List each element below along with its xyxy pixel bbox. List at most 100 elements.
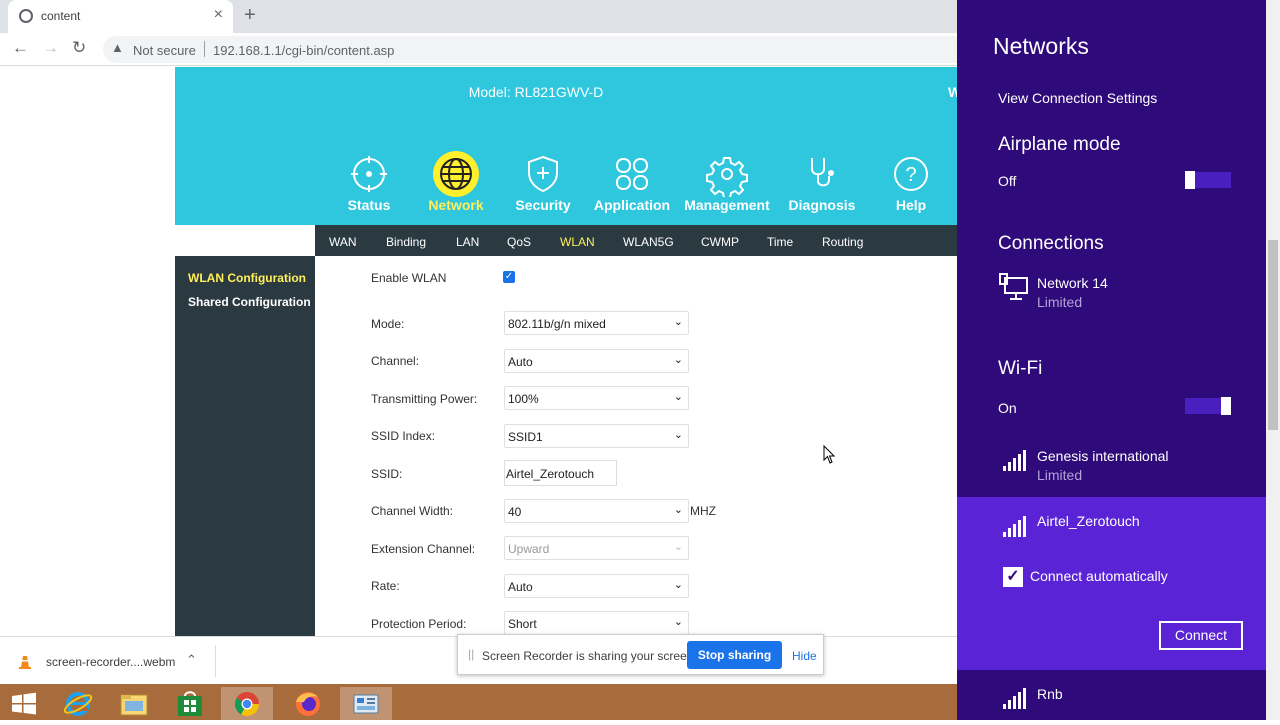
wifi-list-item[interactable]: Rnb bbox=[957, 670, 1266, 720]
channel-width-select[interactable]: 40 ⌄ bbox=[504, 499, 689, 523]
nav-label: Diagnosis bbox=[788, 197, 856, 213]
connect-automatically-label: Connect automatically bbox=[1030, 568, 1168, 584]
sub-navigation: WAN Binding LAN QoS WLAN WLAN5G CWMP Tim… bbox=[315, 225, 957, 256]
vlc-file-icon bbox=[19, 656, 31, 669]
mode-select[interactable]: 802.11b/g/n mixed ⌄ bbox=[504, 311, 689, 335]
drag-handle-icon[interactable]: || bbox=[468, 647, 474, 661]
scrollbar[interactable] bbox=[1266, 0, 1280, 720]
hide-button[interactable]: Hide bbox=[792, 649, 817, 663]
nav-label: Management bbox=[684, 197, 770, 213]
store-icon[interactable] bbox=[164, 687, 216, 720]
mouse-cursor-icon bbox=[823, 445, 836, 464]
globe-icon bbox=[19, 9, 33, 23]
subnav-lan[interactable]: LAN bbox=[456, 235, 479, 249]
start-button[interactable] bbox=[0, 687, 52, 720]
airplane-mode-state: Off bbox=[998, 173, 1017, 189]
subnav-wlan5g[interactable]: WLAN5G bbox=[623, 235, 674, 249]
stop-sharing-button[interactable]: Stop sharing bbox=[687, 641, 782, 669]
channel-label: Channel: bbox=[371, 354, 420, 368]
screen-share-bar: || Screen Recorder is sharing your scree… bbox=[457, 634, 824, 675]
nav-diagnosis[interactable]: Diagnosis bbox=[777, 151, 867, 213]
crosshair-icon bbox=[346, 151, 392, 197]
channel-value: Auto bbox=[508, 355, 533, 369]
svg-text:?: ? bbox=[905, 164, 916, 186]
power-select[interactable]: 100% ⌄ bbox=[504, 386, 689, 410]
ssid-index-label: SSID Index: bbox=[371, 429, 436, 443]
close-icon[interactable]: × bbox=[214, 6, 223, 24]
connect-button[interactable]: Connect bbox=[1159, 621, 1243, 650]
wifi-network-status: Limited bbox=[1037, 467, 1083, 483]
url-omnibox[interactable]: ▲ Not secure 192.168.1.1/cgi-bin/content… bbox=[103, 36, 957, 63]
connections-heading: Connections bbox=[998, 233, 1104, 254]
subnav-binding[interactable]: Binding bbox=[386, 235, 426, 249]
rate-select[interactable]: Auto ⌄ bbox=[504, 574, 689, 598]
enable-wlan-checkbox[interactable]: ✓ bbox=[503, 271, 515, 283]
forward-arrow-icon[interactable]: → bbox=[42, 38, 59, 58]
panel-title: Networks bbox=[993, 33, 1089, 59]
nav-status[interactable]: Status bbox=[324, 151, 414, 213]
nav-label: Application bbox=[593, 197, 671, 213]
sidebar-item-shared-configuration[interactable]: Shared Configuration bbox=[188, 295, 311, 309]
firefox-icon[interactable] bbox=[282, 687, 334, 720]
protection-period-value: Short bbox=[508, 617, 537, 631]
nav-network[interactable]: Network bbox=[411, 151, 501, 213]
extension-channel-select: Upward ⌄ bbox=[504, 536, 689, 560]
subnav-cwmp[interactable]: CWMP bbox=[701, 235, 739, 249]
globe-icon bbox=[433, 151, 479, 197]
chevron-up-icon[interactable]: ⌃ bbox=[186, 652, 197, 668]
chevron-down-icon: ⌄ bbox=[673, 391, 683, 403]
airplane-mode-toggle[interactable] bbox=[1185, 171, 1231, 189]
scrollbar-thumb[interactable] bbox=[1268, 240, 1278, 430]
new-tab-button[interactable]: + bbox=[244, 4, 256, 27]
nav-application[interactable]: Application bbox=[587, 151, 677, 213]
connect-automatically-checkbox[interactable]: ✓ bbox=[1003, 567, 1023, 587]
wifi-network-name[interactable]: Genesis international bbox=[1037, 448, 1169, 464]
browser-tab-strip: content × + bbox=[0, 0, 957, 33]
router-sidebar: WLAN Configuration Shared Configuration bbox=[175, 256, 315, 636]
stethoscope-icon bbox=[799, 151, 845, 197]
rate-label: Rate: bbox=[371, 579, 400, 593]
channel-width-value: 40 bbox=[508, 505, 522, 519]
selected-wifi-network[interactable]: Airtel_Zerotouch ✓ Connect automatically… bbox=[957, 497, 1266, 670]
file-explorer-icon[interactable] bbox=[108, 687, 160, 720]
nav-label: Help bbox=[895, 197, 927, 213]
nav-help[interactable]: ? Help bbox=[866, 151, 956, 213]
extension-channel-value: Upward bbox=[508, 542, 550, 556]
ssid-index-select[interactable]: SSID1 ⌄ bbox=[504, 424, 689, 448]
ssid-label: SSID: bbox=[371, 467, 403, 481]
view-connection-settings-link[interactable]: View Connection Settings bbox=[998, 90, 1157, 106]
airplane-mode-heading: Airplane mode bbox=[998, 134, 1121, 155]
windows-logo-icon bbox=[12, 692, 36, 715]
protection-period-select[interactable]: Short ⌄ bbox=[504, 611, 689, 635]
browser-tab[interactable]: content × bbox=[8, 0, 233, 33]
wifi-toggle[interactable] bbox=[1185, 397, 1231, 415]
sidebar-item-wlan-configuration[interactable]: WLAN Configuration bbox=[188, 271, 306, 285]
subnav-wan[interactable]: WAN bbox=[329, 235, 357, 249]
mode-value: 802.11b/g/n mixed bbox=[508, 317, 606, 331]
apps-grid-icon bbox=[609, 151, 655, 197]
subnav-routing[interactable]: Routing bbox=[822, 235, 863, 249]
gear-icon bbox=[704, 151, 750, 199]
connection-name[interactable]: Network 14 bbox=[1037, 275, 1108, 291]
wlan-form: Enable WLAN ✓ Mode: 802.11b/g/n mixed ⌄ C… bbox=[315, 256, 957, 636]
control-panel-icon[interactable] bbox=[340, 687, 392, 720]
download-filename[interactable]: screen-recorder....webm bbox=[46, 655, 175, 669]
nav-management[interactable]: Management bbox=[682, 151, 772, 213]
nav-label: Security bbox=[515, 197, 571, 213]
subnav-wlan[interactable]: WLAN bbox=[560, 235, 595, 249]
power-label: Transmitting Power: bbox=[371, 392, 478, 406]
subnav-time[interactable]: Time bbox=[767, 235, 793, 249]
wifi-network-name: Airtel_Zerotouch bbox=[1037, 513, 1140, 529]
subnav-qos[interactable]: QoS bbox=[507, 235, 531, 249]
ssid-input[interactable]: Airtel_Zerotouch bbox=[504, 460, 617, 486]
nav-security[interactable]: Security bbox=[498, 151, 588, 213]
protection-period-label: Protection Period: bbox=[371, 617, 467, 631]
wifi-signal-icon bbox=[1003, 516, 1026, 537]
reload-icon[interactable]: ↻ bbox=[72, 38, 86, 58]
back-arrow-icon[interactable]: ← bbox=[12, 38, 29, 58]
chrome-icon[interactable] bbox=[221, 687, 273, 720]
internet-explorer-icon[interactable] bbox=[52, 687, 104, 720]
channel-select[interactable]: Auto ⌄ bbox=[504, 349, 689, 373]
address-bar-row: ← → ↻ ▲ Not secure 192.168.1.1/cgi-bin/c… bbox=[0, 33, 957, 66]
channel-width-label: Channel Width: bbox=[371, 504, 454, 518]
